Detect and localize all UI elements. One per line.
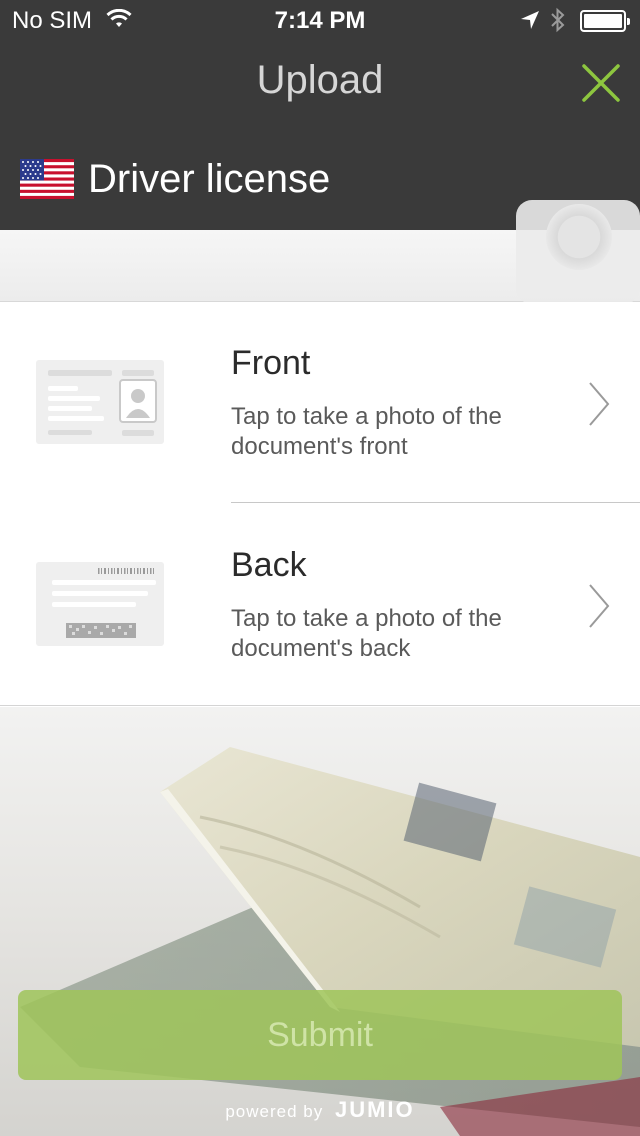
bluetooth-icon — [550, 7, 566, 40]
document-type-label: Driver license — [88, 157, 331, 201]
close-button[interactable] — [580, 62, 622, 104]
close-x-icon — [582, 64, 620, 102]
chevron-right-icon — [589, 382, 610, 426]
row-divider — [231, 502, 640, 503]
page-title: Upload — [256, 58, 384, 102]
powered-by-footer: powered by JUMIO — [0, 1097, 640, 1123]
powered-by-label: powered by — [225, 1102, 324, 1121]
side-label-front: Front — [231, 344, 311, 382]
location-arrow-icon — [520, 9, 540, 37]
id-card-front-icon — [36, 360, 164, 444]
chevron-right-icon — [589, 584, 610, 628]
side-label-back: Back — [231, 546, 307, 584]
id-card-back-icon — [36, 562, 164, 646]
side-description-front: Tap to take a photo of the document's fr… — [231, 403, 502, 460]
us-flag-icon — [20, 159, 74, 199]
list-item-front[interactable]: Front Tap to take a photo of the documen… — [0, 302, 640, 504]
list-item-back[interactable]: Back Tap to take a photo of the document… — [0, 504, 640, 706]
side-description-back: Tap to take a photo of the document's ba… — [231, 605, 502, 662]
jumio-logo: JUMIO — [334, 1097, 415, 1122]
status-bar: No SIM 7:14 PM — [0, 0, 640, 40]
submit-button[interactable]: Submit — [18, 990, 622, 1080]
clock: 7:14 PM — [274, 7, 366, 34]
camera-shutter-button[interactable] — [516, 200, 640, 304]
document-sides-list: Front Tap to take a photo of the documen… — [0, 302, 640, 706]
shutter-icon — [546, 204, 612, 270]
battery-icon — [580, 10, 630, 32]
